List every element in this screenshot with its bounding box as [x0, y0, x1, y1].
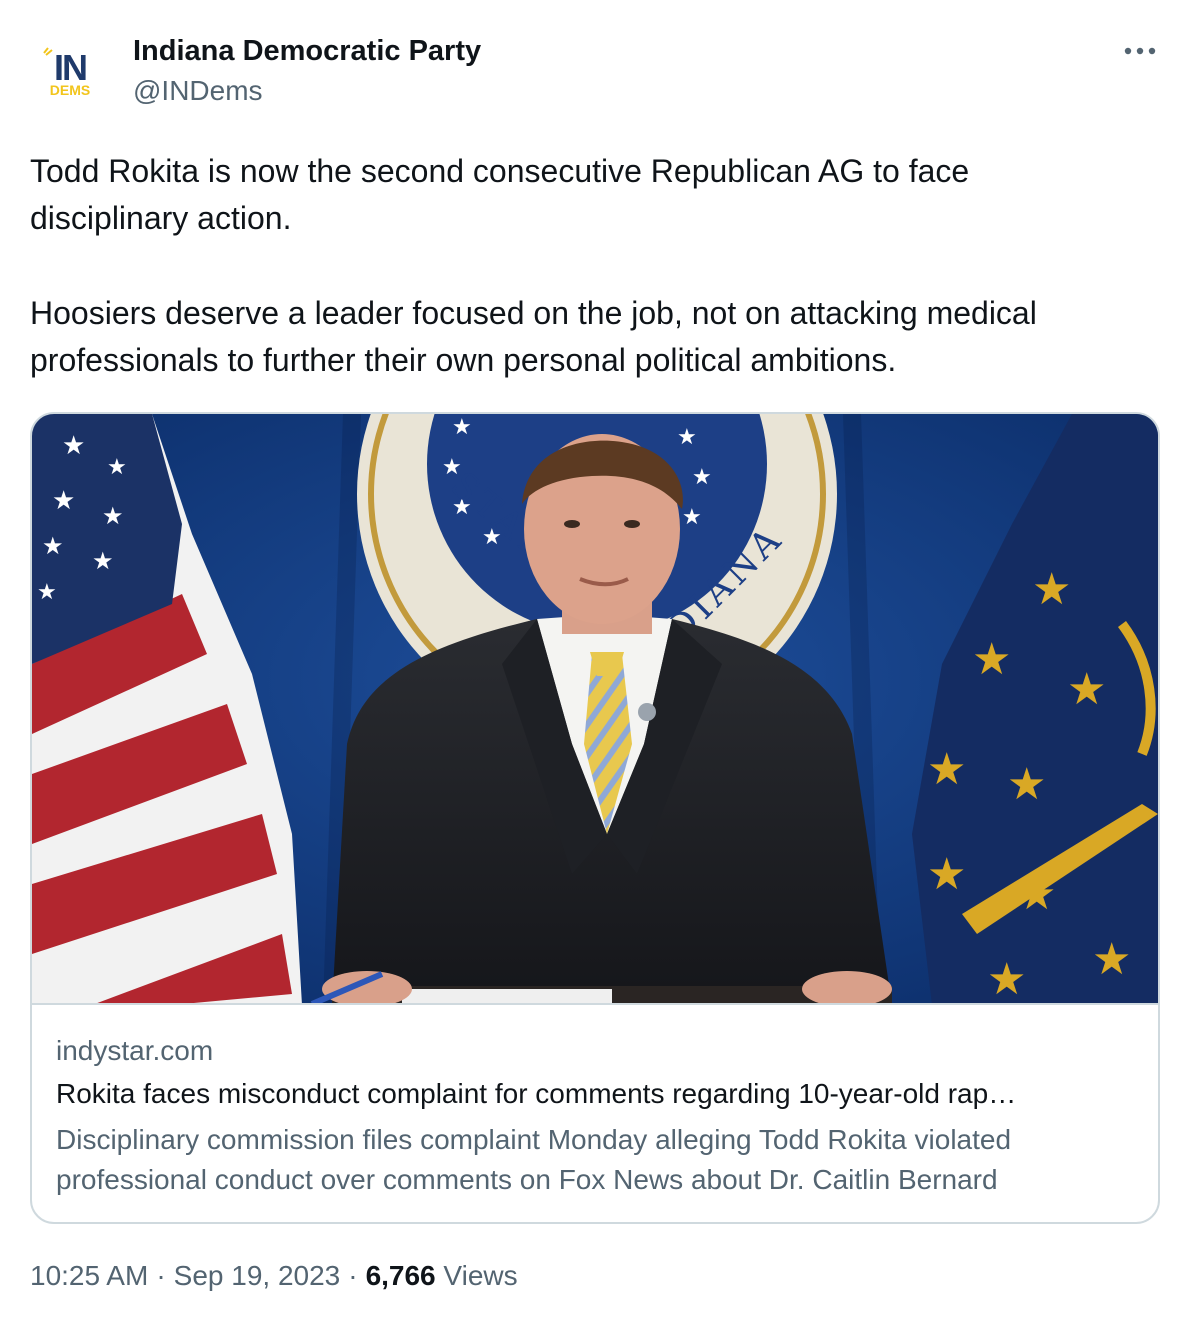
author-avatar[interactable]: IN DEMS	[30, 34, 110, 114]
svg-text:★: ★	[692, 465, 712, 490]
tweet-time[interactable]: 10:25 AM	[30, 1260, 148, 1291]
tweet-text: Todd Rokita is now the second consecutiv…	[30, 148, 1165, 384]
card-description-line: Disciplinary commission files complaint …	[56, 1124, 1012, 1155]
svg-text:★: ★	[452, 415, 472, 440]
svg-text:★: ★	[927, 849, 966, 900]
tweet-text-line: Hoosiers deserve a leader focused on the…	[30, 295, 1037, 331]
press-conference-photo: ★ ★ ★ ★ ★ ★ ★ ★ ★ ★ ★ ★ ★ ★ ★ ★ ★★★ ★★★ …	[32, 414, 1158, 1005]
svg-text:★: ★	[682, 505, 702, 530]
author-name[interactable]: Indiana Democratic Party	[133, 33, 481, 69]
in-dems-logo: IN DEMS	[30, 34, 110, 114]
card-title: Rokita faces misconduct complaint for co…	[56, 1078, 1017, 1109]
more-options-button[interactable]	[1116, 34, 1164, 68]
views-label: Views	[443, 1260, 518, 1291]
logo-bottom-text: DEMS	[50, 82, 90, 98]
tweet-text-line: Todd Rokita is now the second consecutiv…	[30, 153, 970, 189]
svg-text:★: ★	[92, 547, 114, 575]
svg-text:★: ★	[677, 425, 697, 450]
author-handle[interactable]: @INDems	[133, 74, 263, 108]
views-count[interactable]: 6,766	[366, 1260, 436, 1291]
tweet-text-line: disciplinary action.	[30, 200, 292, 236]
card-image: ★ ★ ★ ★ ★ ★ ★ ★ ★ ★ ★ ★ ★ ★ ★ ★ ★ ★ ★ ★ …	[32, 414, 1158, 1005]
svg-text:★: ★	[102, 502, 124, 530]
svg-text:★: ★	[42, 532, 64, 560]
tweet: IN DEMS Indiana Democratic Party @INDems…	[0, 0, 1198, 1317]
svg-text:★: ★	[1032, 564, 1071, 615]
svg-text:★: ★	[972, 634, 1011, 685]
meta-separator: ·	[156, 1260, 166, 1291]
tweet-date[interactable]: Sep 19, 2023	[174, 1260, 341, 1291]
more-horizontal-icon	[1124, 47, 1156, 55]
link-preview-card[interactable]: ★ ★ ★ ★ ★ ★ ★ ★ ★ ★ ★ ★ ★ ★ ★ ★ ★ ★ ★ ★ …	[30, 412, 1160, 1224]
svg-text:★: ★	[1007, 759, 1046, 810]
svg-text:★: ★	[1067, 664, 1106, 715]
card-domain: indystar.com	[56, 1035, 214, 1066]
svg-text:★: ★	[62, 431, 85, 461]
card-description-line: professional conduct over comments on Fo…	[56, 1164, 998, 1195]
tweet-text-line: professionals to further their own perso…	[30, 342, 897, 378]
svg-text:★: ★	[927, 744, 966, 795]
svg-text:★: ★	[1092, 934, 1131, 985]
svg-text:★: ★	[987, 954, 1026, 1005]
svg-text:★: ★	[107, 455, 127, 480]
tweet-meta: 10:25 AM · Sep 19, 2023 · 6,766 Views	[30, 1258, 518, 1294]
card-description: Disciplinary commission files complaint …	[56, 1120, 1146, 1200]
meta-separator: ·	[348, 1260, 358, 1291]
svg-text:★: ★	[37, 580, 57, 605]
svg-text:★: ★	[52, 486, 75, 516]
